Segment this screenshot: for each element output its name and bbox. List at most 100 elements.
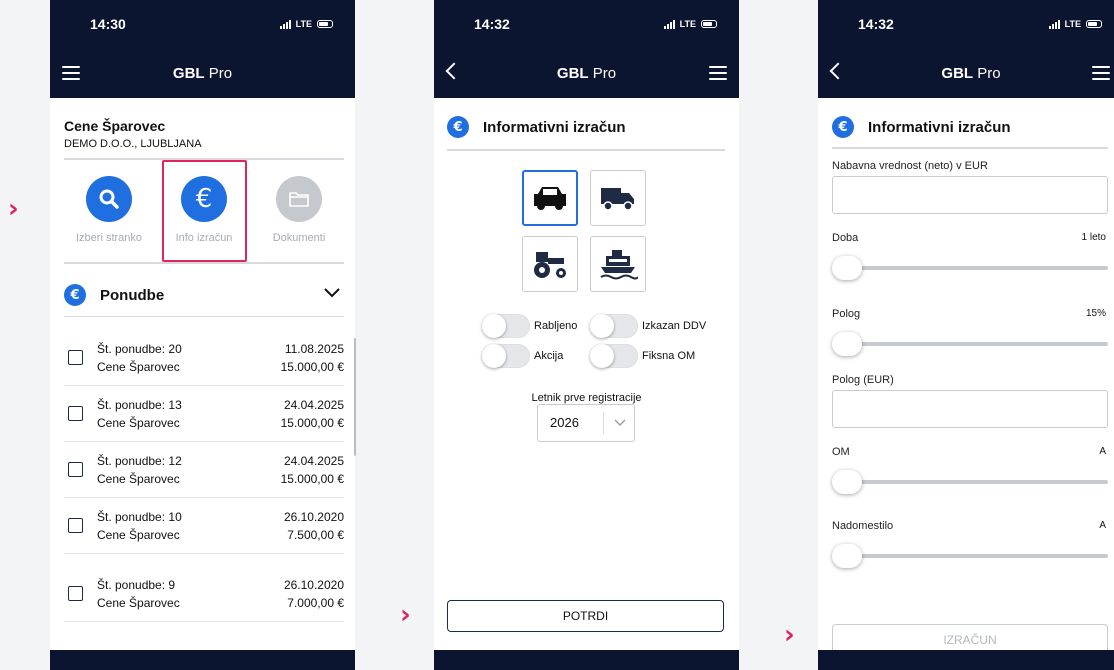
- slider-value: 1 leto: [1081, 232, 1106, 243]
- euro-icon: €: [447, 116, 469, 138]
- offer-row[interactable]: Št. ponudbe: 20 Cene Šparovec 11.08.2025 1…: [64, 330, 344, 386]
- network-type: LTE: [295, 19, 312, 29]
- battery-icon: [1086, 20, 1102, 28]
- euro-icon: €: [832, 116, 854, 138]
- offer-row[interactable]: Št. ponudbe: 13 Cene Šparovec 24.04.2025 1…: [64, 386, 344, 442]
- battery-icon: [317, 20, 333, 28]
- toggle-switch[interactable]: [590, 314, 638, 338]
- step-arrow: ›: [784, 620, 795, 650]
- documents-button[interactable]: Dokumenti: [254, 168, 344, 244]
- purchase-value-label: Nabavna vrednost (neto) v EUR: [832, 160, 988, 172]
- signal-icon: [279, 19, 291, 29]
- back-icon[interactable]: [445, 62, 463, 80]
- nav-bar: GBL Pro: [434, 48, 739, 98]
- offers-scrollbar[interactable]: [354, 338, 356, 456]
- toggle-label: Rabljeno: [534, 320, 578, 332]
- truck-icon: [601, 188, 634, 211]
- slider-label: Polog: [832, 308, 861, 320]
- battery-icon: [701, 20, 717, 28]
- divider: [447, 149, 725, 151]
- deposit-slider[interactable]: [832, 332, 1108, 356]
- toggle-promotion[interactable]: Akcija: [482, 344, 563, 368]
- back-icon[interactable]: [829, 62, 847, 80]
- signal-icon: [1048, 19, 1060, 29]
- status-time: 14:32: [474, 16, 510, 32]
- customer-company: DEMO D.O.O., LJUBLJANA: [64, 138, 202, 150]
- menu-icon[interactable]: [62, 66, 80, 80]
- vehicle-boat-option[interactable]: [590, 236, 646, 292]
- offer-date: 24.04.2025: [283, 453, 344, 468]
- interest-slider[interactable]: [832, 470, 1108, 494]
- toggle-used[interactable]: Rabljeno: [482, 314, 577, 338]
- vehicle-tractor-option[interactable]: [522, 236, 578, 292]
- section-title: Informativni izračun: [483, 118, 626, 136]
- euro-icon: €: [64, 284, 86, 306]
- slider-knob[interactable]: [832, 544, 862, 568]
- menu-icon[interactable]: [1092, 66, 1110, 80]
- offer-checkbox[interactable]: [68, 350, 83, 365]
- bottom-bar: [434, 650, 739, 670]
- slider-label: Doba: [832, 232, 859, 244]
- deposit-eur-label: Polog (EUR): [832, 374, 894, 386]
- chevron-down-icon[interactable]: [324, 288, 340, 298]
- toggle-switch[interactable]: [482, 314, 530, 338]
- year-select[interactable]: 2026: [537, 404, 635, 442]
- bottom-bar: [818, 650, 1114, 670]
- offer-number: Št. ponudbe: 9: [97, 577, 176, 592]
- offer-number: Št. ponudbe: 13: [97, 397, 182, 412]
- toggle-vat-shown[interactable]: Izkazan DDV: [590, 314, 706, 338]
- customer-name: Cene Šparovec: [64, 118, 166, 134]
- slider-knob[interactable]: [832, 256, 862, 280]
- folder-icon: [276, 176, 322, 222]
- offer-date: 26.10.2020: [283, 577, 344, 592]
- vehicle-car-option[interactable]: [522, 170, 578, 226]
- purchase-value-input[interactable]: [832, 176, 1108, 214]
- confirm-button[interactable]: POTRDI: [447, 600, 724, 632]
- divider: [64, 262, 344, 264]
- vehicle-truck-option[interactable]: [590, 170, 646, 226]
- menu-icon[interactable]: [709, 66, 727, 80]
- offer-amount: 7.000,00 €: [287, 595, 344, 610]
- deposit-eur-input[interactable]: [832, 390, 1108, 428]
- offers-header[interactable]: € Ponudbe: [64, 284, 344, 306]
- offer-row[interactable]: Št. ponudbe: 10 Cene Šparovec 26.10.2020 7…: [64, 498, 344, 554]
- slider-knob[interactable]: [832, 332, 862, 356]
- divider: [64, 316, 344, 317]
- toggle-switch[interactable]: [590, 344, 638, 368]
- status-bar: 14:32 LTE: [818, 0, 1114, 48]
- network-type: LTE: [679, 19, 696, 29]
- toggle-switch[interactable]: [482, 344, 530, 368]
- offer-checkbox[interactable]: [68, 462, 83, 477]
- search-icon: [86, 176, 132, 222]
- slider-label: Nadomestilo: [832, 520, 894, 532]
- fee-slider[interactable]: [832, 544, 1108, 568]
- slider-knob[interactable]: [832, 470, 862, 494]
- nav-bar: GBL Pro: [818, 48, 1114, 98]
- status-bar: 14:30 LTE: [50, 0, 355, 48]
- app-title: GBL Pro: [941, 64, 1001, 82]
- offer-checkbox[interactable]: [68, 518, 83, 533]
- phone-screen-calculation: 14:32 LTE GBL Pro € Informativni izračun…: [818, 0, 1114, 670]
- year-value: 2026: [538, 412, 604, 434]
- offer-date: 11.08.2025: [284, 341, 344, 356]
- slider-value: 15%: [1085, 308, 1106, 319]
- choose-customer-button[interactable]: Izberi stranko: [64, 168, 154, 244]
- car-icon: [534, 187, 566, 210]
- offer-customer: Cene Šparovec: [97, 415, 180, 430]
- offer-checkbox[interactable]: [68, 406, 83, 421]
- offer-checkbox[interactable]: [68, 586, 83, 601]
- toggle-label: Akcija: [534, 350, 564, 362]
- duration-slider[interactable]: [832, 256, 1108, 280]
- chevron-down-icon: [614, 419, 626, 427]
- offer-amount: 15.000,00 €: [280, 415, 344, 430]
- offers-title: Ponudbe: [100, 286, 165, 304]
- toggle-fixed-rate[interactable]: Fiksna OM: [590, 344, 695, 368]
- status-time: 14:32: [858, 16, 894, 32]
- signal-icon: [663, 19, 675, 29]
- status-bar: 14:32 LTE: [434, 0, 739, 48]
- offer-number: Št. ponudbe: 10: [97, 509, 182, 524]
- offer-row[interactable]: Št. ponudbe: 9 Cene Šparovec 26.10.2020 7.…: [64, 566, 344, 622]
- offer-row[interactable]: Št. ponudbe: 12 Cene Šparovec 24.04.2025 1…: [64, 442, 344, 498]
- offer-customer: Cene Šparovec: [97, 471, 180, 486]
- section-header: € Informativni izračun: [447, 116, 626, 138]
